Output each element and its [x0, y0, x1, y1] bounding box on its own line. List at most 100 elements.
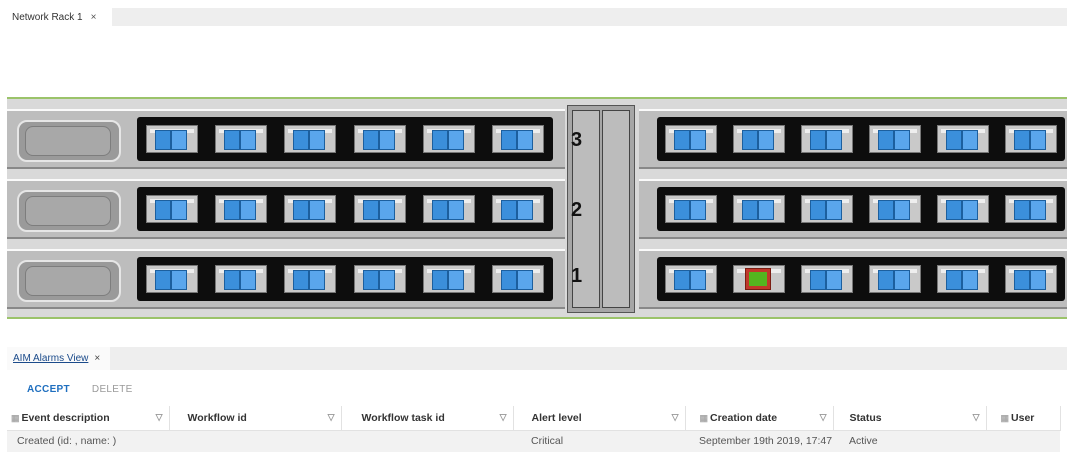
tab-label: Network Rack 1	[12, 11, 83, 23]
sfp-port[interactable]	[492, 195, 545, 223]
sfp-port[interactable]	[665, 195, 717, 223]
card-handle[interactable]	[17, 190, 121, 232]
sfp-port[interactable]	[665, 265, 717, 293]
card-handle[interactable]	[17, 120, 121, 162]
tab-aim-alarms-view[interactable]: AIM Alarms View ×	[7, 347, 111, 370]
card-handle[interactable]	[17, 260, 121, 302]
sfp-port[interactable]	[422, 195, 475, 223]
sfp-port[interactable]	[733, 125, 785, 153]
sfp-port[interactable]	[937, 265, 989, 293]
sfp-port[interactable]	[214, 265, 267, 293]
port-channel	[742, 130, 758, 150]
port-channel	[826, 200, 842, 220]
sfp-port[interactable]	[801, 125, 853, 153]
port-channel	[431, 200, 448, 220]
sfp-port[interactable]	[1005, 125, 1057, 153]
port-channel	[1014, 200, 1030, 220]
lock-icon: ▦	[699, 412, 709, 423]
sfp-port[interactable]	[145, 265, 198, 293]
filter-icon[interactable]: ▽	[500, 412, 507, 423]
network-rack: 3 2 1	[7, 97, 1067, 319]
port-channel	[810, 130, 826, 150]
port-channel	[810, 270, 826, 290]
sfp-port[interactable]	[284, 125, 337, 153]
alarm-toolbar: ACCEPT DELETE	[7, 376, 145, 402]
filter-icon[interactable]: ▽	[328, 412, 335, 423]
panel-tabbar: AIM Alarms View ×	[7, 347, 1067, 370]
port-channel	[894, 130, 910, 150]
filter-icon[interactable]: ▽	[973, 412, 980, 423]
filter-icon[interactable]: ▽	[156, 412, 163, 423]
sfp-port[interactable]	[422, 265, 475, 293]
sfp-port[interactable]	[869, 125, 921, 153]
sfp-port[interactable]	[937, 125, 989, 153]
port-channel	[431, 270, 448, 290]
port-channel	[293, 200, 310, 220]
accept-button[interactable]: ACCEPT	[27, 384, 70, 395]
sfp-port[interactable]	[492, 265, 545, 293]
port-channel	[501, 130, 518, 150]
sfp-port[interactable]	[492, 125, 545, 153]
sfp-port[interactable]	[733, 195, 785, 223]
port-channel	[674, 130, 690, 150]
column-header-user[interactable]: ▦ User	[986, 406, 1061, 430]
port-channel	[517, 200, 534, 220]
sfp-port[interactable]	[801, 195, 853, 223]
sfp-port[interactable]	[1005, 265, 1057, 293]
sfp-port[interactable]	[937, 195, 989, 223]
tab-network-rack[interactable]: Network Rack 1 ×	[12, 8, 96, 26]
delete-button[interactable]: DELETE	[92, 384, 133, 395]
table-row[interactable]: Created (id: , name: ) Critical Septembe…	[7, 429, 1060, 452]
column-header-workflow-task-id[interactable]: Workflow task id ▽	[341, 406, 514, 430]
sfp-port[interactable]	[145, 195, 198, 223]
port-bay	[137, 257, 553, 301]
sfp-port[interactable]	[422, 125, 475, 153]
cell-status: Active	[833, 429, 986, 452]
port-channel	[378, 270, 395, 290]
row-number-1: 1	[571, 265, 583, 287]
sfp-port[interactable]	[145, 125, 198, 153]
port-channel	[239, 200, 256, 220]
filter-icon[interactable]: ▽	[820, 412, 827, 423]
column-header-creation-date[interactable]: ▦ Creation date ▽	[685, 406, 834, 430]
sfp-port[interactable]	[665, 125, 717, 153]
port-bay	[137, 117, 553, 161]
sfp-port-alarm[interactable]	[733, 265, 785, 293]
column-header-event-description[interactable]: ▦ Event description ▽	[7, 406, 170, 430]
lock-icon: ▦	[11, 412, 20, 423]
row-number-3: 3	[571, 129, 583, 151]
port-channel	[878, 130, 894, 150]
column-header-alert-level[interactable]: Alert level ▽	[513, 406, 686, 430]
sfp-port[interactable]	[284, 195, 337, 223]
filter-icon[interactable]: ▽	[672, 412, 679, 423]
center-plate	[602, 110, 630, 308]
port-channel	[690, 130, 706, 150]
sfp-port[interactable]	[353, 195, 406, 223]
port-channel	[362, 130, 379, 150]
port-channel	[1030, 130, 1046, 150]
sfp-port[interactable]	[1005, 195, 1057, 223]
port-channel	[154, 200, 171, 220]
sfp-port[interactable]	[214, 125, 267, 153]
port-channel	[742, 200, 758, 220]
sfp-port[interactable]	[801, 265, 853, 293]
port-channel	[239, 130, 256, 150]
column-header-status[interactable]: Status ▽	[833, 406, 987, 430]
sfp-port[interactable]	[284, 265, 337, 293]
sfp-port[interactable]	[869, 195, 921, 223]
sfp-port[interactable]	[214, 195, 267, 223]
port-channel	[690, 200, 706, 220]
sfp-port[interactable]	[869, 265, 921, 293]
sfp-port[interactable]	[353, 265, 406, 293]
cell-user	[986, 429, 1060, 452]
tab-strip	[112, 8, 1067, 26]
tab-label[interactable]: AIM Alarms View	[13, 353, 88, 364]
port-channel	[170, 200, 187, 220]
sfp-port[interactable]	[353, 125, 406, 153]
column-header-workflow-id[interactable]: Workflow id ▽	[169, 406, 342, 430]
port-channel	[309, 200, 326, 220]
close-icon[interactable]: ×	[91, 12, 97, 23]
port-channel	[447, 130, 464, 150]
rack-row-left-2	[7, 179, 565, 239]
close-icon[interactable]: ×	[94, 353, 100, 364]
